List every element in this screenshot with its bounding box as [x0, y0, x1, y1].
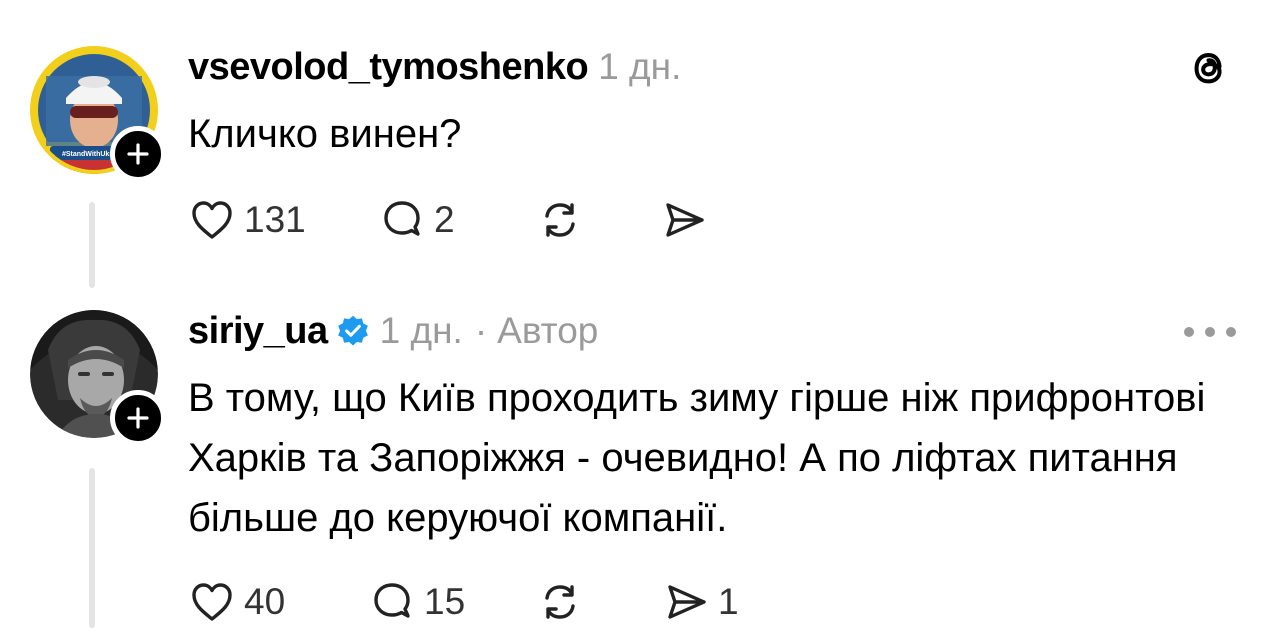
more-dots-icon — [1205, 327, 1215, 337]
avatar-container: #StandWithUkraine — [30, 46, 166, 182]
repost-icon — [545, 203, 575, 237]
send-icon — [666, 203, 704, 237]
reply-button[interactable]: 15 — [368, 578, 536, 626]
timestamp: 1 дн. — [379, 310, 463, 351]
like-count: 40 — [244, 581, 286, 622]
more-dots-icon — [1226, 327, 1236, 337]
follow-button[interactable] — [110, 390, 166, 446]
avatar-container — [30, 310, 166, 446]
share-count: 1 — [718, 581, 739, 622]
threads-logo-icon[interactable] — [1186, 45, 1232, 91]
more-options-button[interactable] — [1184, 320, 1236, 344]
verified-badge-icon — [337, 315, 368, 346]
repost-icon — [545, 585, 575, 619]
repost-button[interactable] — [536, 196, 660, 244]
post-actions: 131 2 — [188, 190, 708, 250]
post-header: vsevolod_tymoshenko 1 дн. — [188, 42, 681, 92]
post-card: #StandWithUkraine vsevolod_tymoshenko 1 … — [0, 0, 1280, 300]
thread-connector-line — [89, 468, 95, 628]
plus-icon — [127, 143, 149, 165]
meta-separator: · — [474, 310, 488, 351]
more-dots-icon — [1184, 327, 1194, 337]
follow-button[interactable] — [110, 126, 166, 182]
plus-icon — [127, 407, 149, 429]
send-icon — [668, 585, 706, 619]
post-text: В тому, що Київ проходить зиму гірше ніж… — [188, 376, 1206, 540]
repost-button[interactable] — [536, 578, 662, 626]
post-header: siriy_ua 1 дн. · Автор — [188, 306, 598, 356]
thread-connector-line — [89, 202, 95, 288]
like-button[interactable]: 40 — [188, 578, 368, 626]
reply-count: 15 — [424, 581, 466, 622]
heart-icon — [192, 583, 232, 621]
post-text: Кличко винен? — [188, 112, 462, 156]
username[interactable]: vsevolod_tymoshenko — [188, 46, 589, 89]
reply-count: 2 — [434, 199, 455, 240]
share-button[interactable]: 1 — [662, 578, 739, 626]
comment-icon — [374, 583, 410, 618]
post-card: siriy_ua 1 дн. · Автор В тому, що Київ п… — [0, 300, 1280, 630]
post-actions: 40 15 1 — [188, 572, 739, 632]
like-button[interactable]: 131 — [188, 196, 378, 244]
username[interactable]: siriy_ua — [188, 310, 328, 353]
share-button[interactable] — [660, 196, 708, 244]
reply-button[interactable]: 2 — [378, 196, 536, 244]
heart-icon — [192, 201, 232, 239]
comment-icon — [384, 201, 420, 236]
author-label: Автор — [497, 310, 599, 351]
like-count: 131 — [244, 199, 306, 240]
timestamp: 1 дн. — [598, 46, 682, 87]
